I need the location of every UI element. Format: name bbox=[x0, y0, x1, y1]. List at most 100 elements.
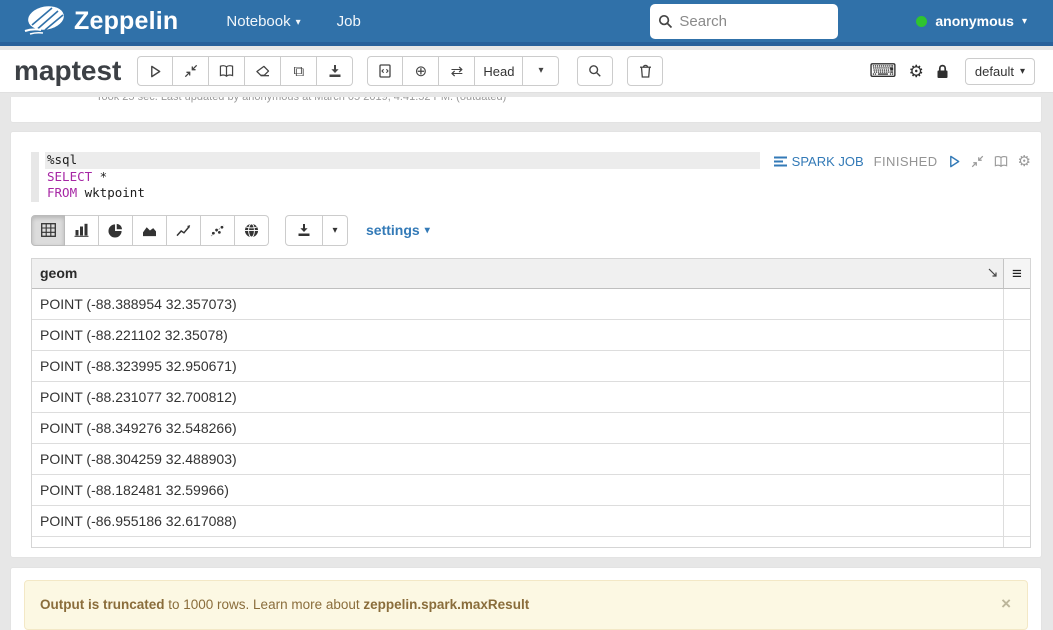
chevron-down-icon: ▾ bbox=[538, 66, 543, 76]
table-cell-stub bbox=[1003, 382, 1030, 412]
table-row[interactable]: POINT (-88.182481 32.59966) bbox=[32, 475, 1030, 506]
chart-settings-toggle[interactable]: settings ▾ bbox=[366, 222, 430, 238]
eraser-icon bbox=[255, 65, 270, 78]
scatter-chart-icon bbox=[210, 224, 225, 237]
area-chart-button[interactable] bbox=[133, 215, 167, 246]
paragraph-settings-button[interactable]: ⚙ bbox=[1018, 154, 1031, 169]
collapse-code-button[interactable] bbox=[173, 56, 209, 86]
table-row[interactable]: POINT (-88.304259 32.488903) bbox=[32, 444, 1030, 475]
run-paragraph-button[interactable] bbox=[948, 155, 961, 168]
paragraph-footer-status: Took 25 sec. Last updated by anonymous a… bbox=[96, 97, 506, 103]
download-options-button[interactable]: ▾ bbox=[323, 215, 348, 246]
line-chart-button[interactable] bbox=[167, 215, 201, 246]
toolbar-right-icons: ⌨ ⚙ default ▾ bbox=[869, 58, 1035, 85]
alert-card: Output is truncated to 1000 rows. Learn … bbox=[10, 567, 1042, 630]
delete-note-button[interactable] bbox=[627, 56, 663, 86]
code-line-select: SELECT * bbox=[45, 169, 760, 186]
show-output-button[interactable] bbox=[209, 56, 245, 86]
show-editor-button[interactable] bbox=[994, 155, 1008, 168]
chevron-down-icon: ▾ bbox=[425, 225, 430, 236]
note-settings-button[interactable]: ⚙ bbox=[909, 63, 924, 80]
spark-job-link[interactable]: SPARK JOB bbox=[774, 154, 864, 169]
swap-arrows-icon: ⇄ bbox=[451, 64, 464, 79]
table-cell-stub bbox=[1003, 289, 1030, 319]
table-header-row: geom ≡ bbox=[32, 259, 1030, 289]
book-icon bbox=[994, 155, 1008, 168]
nav-notebook[interactable]: Notebook ▾ bbox=[226, 13, 300, 30]
brand-name: Zeppelin bbox=[74, 7, 178, 36]
hamburger-menu-icon: ≡ bbox=[1012, 265, 1022, 282]
clear-output-button[interactable] bbox=[245, 56, 281, 86]
interpreter-binding-button[interactable]: default ▾ bbox=[965, 58, 1035, 85]
table-cell-stub bbox=[1003, 475, 1030, 505]
zeppelin-brand[interactable]: Zeppelin bbox=[22, 5, 178, 37]
search-code-button[interactable] bbox=[577, 56, 613, 86]
table-cell-geom: POINT (-88.349276 32.548266) bbox=[32, 413, 1003, 443]
compress-icon bbox=[184, 64, 198, 78]
shortcuts-button[interactable]: ⌨ bbox=[869, 62, 896, 81]
user-menu[interactable]: anonymous ▾ bbox=[916, 13, 1027, 29]
search-input[interactable] bbox=[679, 13, 819, 30]
paragraph-controls: SPARK JOB FINISHED bbox=[774, 152, 1031, 170]
version-control-group: ⊕ ⇄ Head ▾ bbox=[367, 56, 559, 86]
run-all-button[interactable] bbox=[137, 56, 173, 86]
column-sort-handle[interactable] bbox=[988, 268, 997, 277]
truncation-alert: Output is truncated to 1000 rows. Learn … bbox=[24, 580, 1028, 630]
map-view-button[interactable] bbox=[235, 215, 269, 246]
column-header-geom[interactable]: geom bbox=[32, 259, 1003, 288]
search-box[interactable] bbox=[650, 4, 838, 39]
chevron-down-icon: ▾ bbox=[1022, 16, 1027, 27]
table-icon bbox=[41, 223, 56, 237]
permissions-button[interactable] bbox=[936, 64, 949, 79]
code-line-magic: %sql bbox=[45, 152, 760, 169]
book-icon bbox=[219, 64, 234, 78]
table-cell-geom: POINT (-87.053123 32.673434) bbox=[32, 537, 1003, 548]
visualization-toolbar: ▾ settings ▾ bbox=[31, 215, 1031, 246]
gear-icon: ⚙ bbox=[1018, 154, 1031, 169]
note-body: Took 25 sec. Last updated by anonymous a… bbox=[0, 94, 1053, 630]
collapse-editor-button[interactable] bbox=[971, 155, 984, 168]
chevron-down-icon: ▾ bbox=[296, 17, 301, 28]
table-row[interactable]: POINT (-86.955186 32.617088) bbox=[32, 506, 1030, 537]
bar-chart-button[interactable] bbox=[65, 215, 99, 246]
lock-icon bbox=[936, 64, 949, 79]
user-name: anonymous bbox=[935, 13, 1014, 29]
table-cell-stub bbox=[1003, 351, 1030, 381]
code-editor[interactable]: %sql SELECT * FROM wktpoint bbox=[31, 152, 760, 202]
pie-chart-icon bbox=[108, 223, 123, 238]
pie-chart-button[interactable] bbox=[99, 215, 133, 246]
revision-dropdown-button[interactable]: ▾ bbox=[523, 56, 559, 86]
chart-type-group bbox=[31, 215, 269, 246]
result-table[interactable]: geom ≡ POINT (-88.388954 32.357073) POIN… bbox=[31, 258, 1031, 548]
table-row[interactable]: POINT (-88.231077 32.700812) bbox=[32, 382, 1030, 413]
revision-label-button[interactable]: Head bbox=[475, 56, 523, 86]
bar-chart-icon bbox=[74, 223, 89, 237]
interpreter-label: default bbox=[975, 64, 1014, 79]
table-cell-geom: POINT (-88.221102 32.35078) bbox=[32, 320, 1003, 350]
export-note-button[interactable] bbox=[317, 56, 353, 86]
clone-note-button[interactable]: ⧉ bbox=[281, 56, 317, 86]
column-menu-button[interactable]: ≡ bbox=[1003, 259, 1030, 288]
table-cell-geom: POINT (-88.323995 32.950671) bbox=[32, 351, 1003, 381]
chevron-down-icon: ▾ bbox=[332, 225, 337, 236]
download-data-button[interactable] bbox=[285, 215, 323, 246]
set-revision-button[interactable]: ⊕ bbox=[403, 56, 439, 86]
nav-job[interactable]: Job bbox=[337, 13, 361, 30]
table-row[interactable]: POINT (-88.349276 32.548266) bbox=[32, 413, 1030, 444]
table-row[interactable]: POINT (-88.388954 32.357073) bbox=[32, 289, 1030, 320]
scatter-chart-button[interactable] bbox=[201, 215, 235, 246]
table-view-button[interactable] bbox=[31, 215, 65, 246]
alert-text: Output is truncated to 1000 rows. Learn … bbox=[40, 597, 529, 612]
chevron-down-icon: ▾ bbox=[1020, 66, 1025, 77]
table-row[interactable]: POINT (-88.221102 32.35078) bbox=[32, 320, 1030, 351]
search-icon bbox=[588, 64, 602, 78]
table-row[interactable]: POINT (-88.323995 32.950671) bbox=[32, 351, 1030, 382]
compare-revisions-button[interactable]: ⇄ bbox=[439, 56, 475, 86]
resize-diagonal-icon bbox=[988, 268, 997, 277]
table-row[interactable]: POINT (-87.053123 32.673434) bbox=[32, 537, 1030, 548]
close-icon[interactable]: × bbox=[1001, 595, 1011, 612]
note-title[interactable]: maptest bbox=[14, 57, 121, 85]
trash-icon bbox=[639, 64, 652, 78]
commit-version-button[interactable] bbox=[367, 56, 403, 86]
note-toolbar: maptest ⧉ bbox=[0, 50, 1053, 93]
